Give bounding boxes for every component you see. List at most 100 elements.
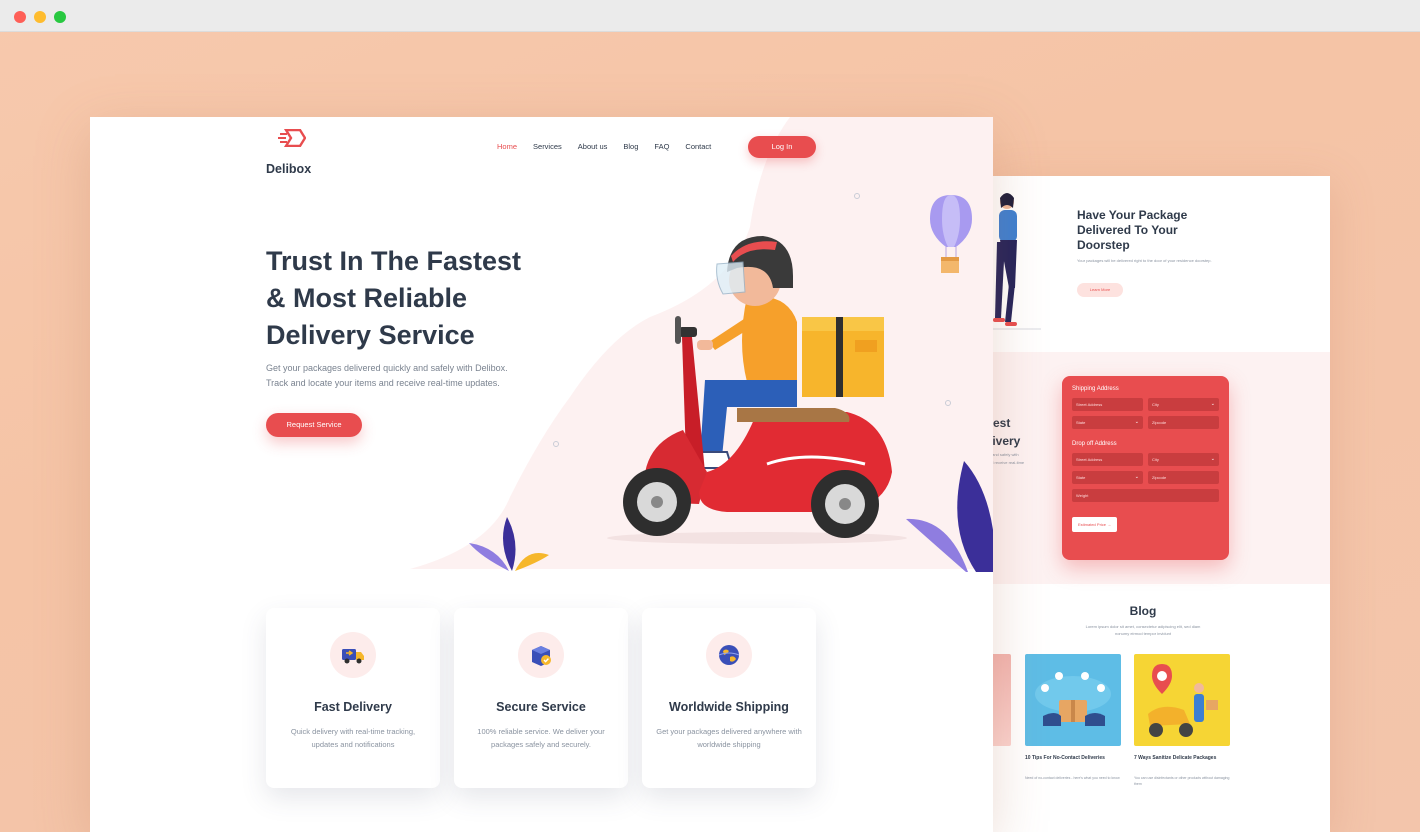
dropoff-address-label: Drop off Address xyxy=(1072,441,1117,447)
feature-description: Quick delivery with real-time tracking, … xyxy=(290,727,416,749)
shipping-form-card: Shipping Address Street Address City ⌄ St… xyxy=(1062,376,1229,560)
blog-post-desc: Need of no-contact deliveries - here's w… xyxy=(1025,776,1120,780)
dropoff-city-select[interactable]: City ⌄ xyxy=(1148,453,1219,466)
secondary-page-preview: Have Your Package Delivered To Your Door… xyxy=(993,176,1330,832)
browser-chrome xyxy=(0,0,1420,32)
request-service-button[interactable]: Request Service xyxy=(266,413,362,437)
minimize-window-button[interactable] xyxy=(34,11,46,23)
hero-title: Trust In The Fastest & Most Reliable Del… xyxy=(266,243,596,354)
field-text: State xyxy=(1076,475,1086,480)
feature-card[interactable]: Secure Service 100% reliable service. We… xyxy=(454,608,628,788)
shield-box-icon xyxy=(532,646,551,666)
blog-post-title[interactable]: 7 Ways Sanitize Delicate Packages xyxy=(1134,754,1230,762)
login-button[interactable]: Log In xyxy=(748,136,816,158)
feature-icon-wrap xyxy=(706,632,752,678)
hero-subtitle-line1: Get your packages delivered quickly and … xyxy=(266,363,508,373)
field-text: Street Address xyxy=(1076,402,1103,407)
field-text: State xyxy=(1076,420,1086,425)
blog-post-desc: You can use disinfectants or other produ… xyxy=(1134,776,1230,786)
estimated-price-label: Estimated Price xyxy=(1078,522,1107,527)
feature-title: Secure Service xyxy=(496,700,586,714)
hot-air-balloon-illustration xyxy=(930,195,972,273)
feature-icon-wrap xyxy=(330,632,376,678)
feature-title: Fast Delivery xyxy=(314,700,392,714)
weight-field[interactable]: Weight xyxy=(1072,489,1219,502)
field-text: Weight xyxy=(1076,493,1089,498)
secondary-cut-text: y and safely with nd receive real-time xyxy=(993,451,1024,467)
dropoff-state-select[interactable]: State ⌄ xyxy=(1072,471,1143,484)
hero-title-line1: Trust In The Fastest xyxy=(266,246,522,276)
blog-post-title[interactable]: 10 Tips For No-Contact Deliveries xyxy=(1025,754,1121,762)
field-text: Zipcode xyxy=(1152,420,1167,425)
nav-home[interactable]: Home xyxy=(497,142,517,151)
secondary-cut-title: test livery xyxy=(993,414,1020,450)
feature-card[interactable]: Worldwide Shipping Get your packages del… xyxy=(642,608,816,788)
shipping-address-label: Shipping Address xyxy=(1072,386,1119,392)
secondary-hero: Have Your Package Delivered To Your Door… xyxy=(993,176,1330,352)
maximize-window-button[interactable] xyxy=(54,11,66,23)
nav-about[interactable]: About us xyxy=(578,142,608,151)
truck-icon xyxy=(342,649,364,664)
field-text: City xyxy=(1152,402,1159,407)
nav-contact[interactable]: Contact xyxy=(685,142,711,151)
learn-more-button[interactable]: Learn More xyxy=(1077,283,1123,297)
feature-description: Get your packages delivered anywhere wit… xyxy=(656,727,802,749)
nav-blog[interactable]: Blog xyxy=(623,142,638,151)
brand-logo[interactable]: Delibox xyxy=(266,129,322,176)
hero-subtitle: Get your packages delivered quickly and … xyxy=(266,361,546,391)
plant-left-illustration xyxy=(469,517,549,571)
shipping-state-select[interactable]: State ⌄ xyxy=(1072,416,1143,429)
close-window-button[interactable] xyxy=(14,11,26,23)
shipping-zip-field[interactable]: Zipcode xyxy=(1148,416,1219,429)
nav-services[interactable]: Services xyxy=(533,142,562,151)
scooter-delivery-illustration xyxy=(1148,664,1218,737)
blog-subtitle-line2: nonumy eirmod tempor invidunt xyxy=(1114,631,1172,636)
field-text: Street Address xyxy=(1076,457,1103,462)
hero-title-line3: Delivery Service xyxy=(266,320,475,350)
decor-circle xyxy=(945,400,951,406)
secondary-hero-title: Have Your Package Delivered To Your Door… xyxy=(1077,208,1188,252)
woman-illustration xyxy=(993,193,1041,330)
feature-icon-wrap xyxy=(518,632,564,678)
decor-circle xyxy=(553,441,559,447)
dropoff-street-field[interactable]: Street Address xyxy=(1072,453,1143,466)
decor-circle xyxy=(854,193,860,199)
feature-title: Worldwide Shipping xyxy=(669,700,789,714)
field-text: City xyxy=(1152,457,1159,462)
delibox-logo-icon xyxy=(278,129,306,147)
chevron-down-icon: ⌄ xyxy=(1134,419,1139,425)
shipping-street-field[interactable]: Street Address xyxy=(1072,398,1143,411)
feature-card[interactable]: Fast Delivery Quick delivery with real-t… xyxy=(266,608,440,788)
feature-description: 100% reliable service. We deliver your p… xyxy=(477,727,605,749)
blog-heading: Blog xyxy=(1129,604,1157,618)
hero-subtitle-line2: Track and locate your items and receive … xyxy=(266,378,500,388)
brand-name: Delibox xyxy=(266,162,312,176)
blog-subtitle: Lorem ipsum dolor sit amet, consectetur … xyxy=(993,623,1293,637)
field-text: Zipcode xyxy=(1152,475,1167,480)
cut-title-line1: test xyxy=(993,416,1011,430)
estimated-price-button[interactable]: Estimated Price → xyxy=(1072,517,1118,532)
secondary-hero-text: Your packages will be delivered right to… xyxy=(1077,258,1212,263)
chevron-down-icon: ⌄ xyxy=(1210,401,1215,407)
blog-image-sanitize[interactable] xyxy=(1134,654,1230,746)
delivery-scooter-illustration xyxy=(607,236,907,544)
arrow-right-icon: → xyxy=(1107,522,1112,527)
hero-title-line2: & Most Reliable xyxy=(266,283,468,313)
blog-image-contactless[interactable] xyxy=(1025,654,1121,746)
chevron-down-icon: ⌄ xyxy=(1134,474,1139,480)
main-nav: Home Services About us Blog FAQ Contact xyxy=(497,142,727,151)
shipping-city-select[interactable]: City ⌄ xyxy=(1148,398,1219,411)
nav-faq[interactable]: FAQ xyxy=(654,142,669,151)
main-page: Delibox Home Services About us Blog FAQ … xyxy=(90,117,993,832)
blog-image-cut[interactable] xyxy=(993,654,1011,746)
blog-subtitle-line1: Lorem ipsum dolor sit amet, consectetur … xyxy=(1085,624,1201,629)
cut-text-line2: nd receive real-time xyxy=(993,460,1025,465)
globe-icon xyxy=(718,645,740,665)
world-map-illustration xyxy=(1035,672,1111,726)
dropoff-zip-field[interactable]: Zipcode xyxy=(1148,471,1219,484)
cut-text-line1: y and safely with xyxy=(993,452,1019,457)
plant-right-illustration xyxy=(906,461,993,572)
chevron-down-icon: ⌄ xyxy=(1210,456,1215,462)
cut-title-line2: livery xyxy=(993,434,1021,448)
features-section: Fast Delivery Quick delivery with real-t… xyxy=(266,608,816,788)
